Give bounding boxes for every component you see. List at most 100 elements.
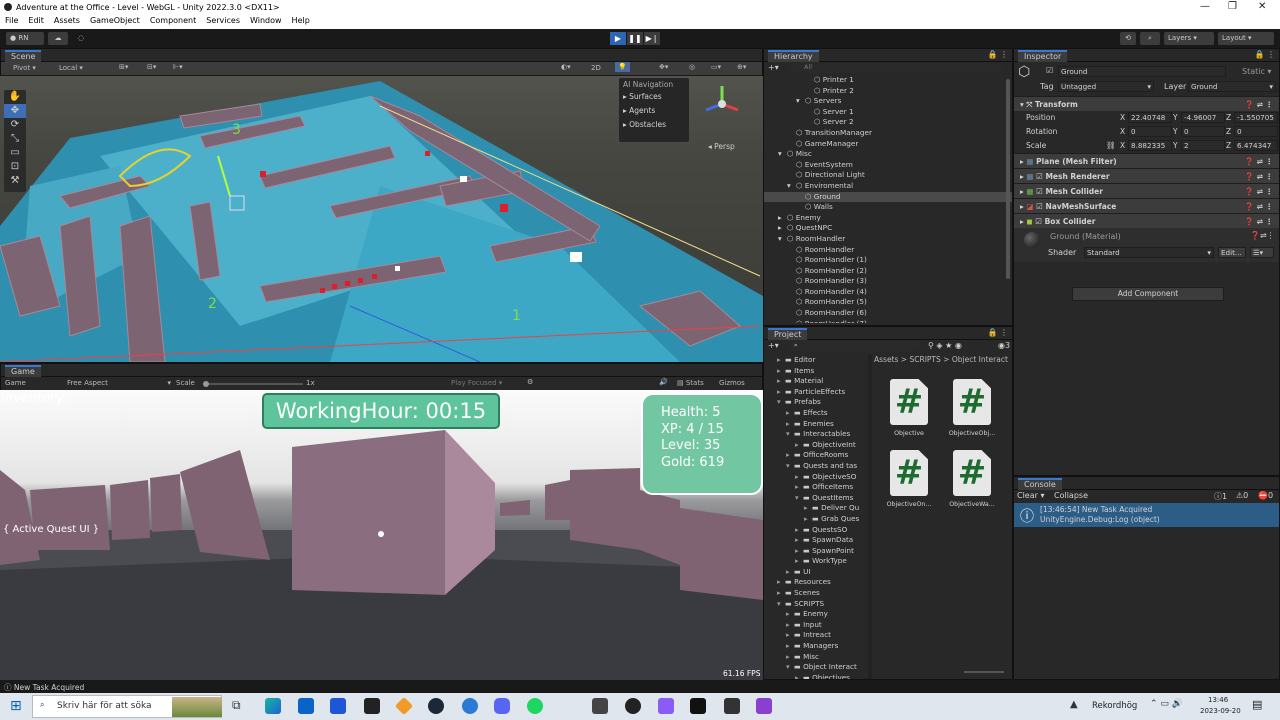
foldout-icon[interactable]: ▸ — [777, 366, 785, 377]
hierarchy-item[interactable]: ▾ ⬡ Servers — [764, 96, 1012, 107]
cloud-icon[interactable]: ☁ — [48, 32, 68, 45]
spotify-icon[interactable] — [527, 698, 543, 714]
component-enabled-checkbox[interactable]: ☑ — [1035, 217, 1044, 226]
object-name-input[interactable]: Ground — [1058, 66, 1226, 77]
material-menu-icon[interactable]: ❓⇌⋮ — [1250, 231, 1275, 240]
lighting-icon[interactable]: 💡 — [615, 62, 630, 72]
hierarchy-item[interactable]: ⬡ RoomHandler (1) — [764, 255, 1012, 266]
foldout-icon[interactable]: ▸ — [786, 419, 794, 430]
gizmos-icon[interactable]: ⊕▾ — [737, 63, 746, 71]
foldout-icon[interactable]: ▸ — [786, 450, 794, 461]
hierarchy-item[interactable]: ⬡ RoomHandler — [764, 245, 1012, 256]
hierarchy-item[interactable]: ⬡ Printer 1 — [764, 75, 1012, 86]
foldout-icon[interactable]: ▸ — [777, 588, 785, 599]
foldout-icon[interactable]: ▸ — [786, 652, 794, 663]
component-header[interactable]: ▸ ▦ ☑ Mesh Collider ❓ ⇌ ⋮ — [1014, 183, 1279, 198]
project-folder[interactable]: ▸ ▬ Managers — [764, 641, 868, 652]
hierarchy-item[interactable]: ⬡ RoomHandler (6) — [764, 308, 1012, 319]
project-folder[interactable]: ▸ ▬ QuestsSO — [764, 525, 868, 536]
project-folder[interactable]: ▸ ▬ ObjectiveInt — [764, 440, 868, 451]
component-menu-icon[interactable]: ❓ ⇌ ⋮ — [1245, 97, 1273, 112]
foldout-icon[interactable]: ▸ — [786, 609, 794, 620]
scene-viewport[interactable]: 3 2 1 ✋ ✥ ⟳ ⤡ ▭ ⊡ ⚒ AI Navigation ▸ Surf… — [0, 76, 763, 362]
project-folder[interactable]: ▾ ▬ Quests and tas — [764, 461, 868, 472]
foldout-icon[interactable]: ▸ — [777, 387, 785, 398]
tab-hierarchy[interactable]: Hierarchy — [768, 50, 819, 62]
project-folder[interactable]: ▸ ▬ WorkType — [764, 556, 868, 567]
component-menu-icon[interactable]: ❓ ⇌ ⋮ — [1245, 214, 1273, 229]
davinci-icon[interactable] — [690, 698, 706, 714]
custom-tool-icon[interactable]: ⚒ — [4, 174, 26, 188]
active-checkbox[interactable]: ☑ — [1046, 66, 1053, 75]
game-viewport[interactable]: Inventory: { Active Quest UI } WorkingHo… — [0, 390, 763, 680]
inspector-lock-icon[interactable]: 🔒 ⋮ — [1254, 50, 1275, 59]
project-folder[interactable]: ▸ ▬ Misc — [764, 652, 868, 663]
foldout-icon[interactable]: ▸ — [795, 525, 803, 536]
epic-games-icon[interactable] — [364, 698, 380, 714]
foldout-icon[interactable]: ▸ — [786, 641, 794, 652]
collab-icon[interactable]: ◌ — [74, 32, 88, 45]
visual-studio-icon[interactable] — [756, 698, 772, 714]
foldout-icon[interactable]: ▾ — [787, 181, 796, 192]
hierarchy-item[interactable]: ⬡ Ground — [764, 191, 1012, 203]
task-view-icon[interactable]: ⧉ — [232, 698, 241, 713]
project-folder[interactable]: ▸ ▬ Enemies — [764, 419, 868, 430]
audio-icon[interactable]: 🔊 — [659, 378, 668, 386]
stats-button[interactable]: ▤ Stats — [677, 379, 704, 387]
foldout-icon[interactable]: ▸ — [795, 535, 803, 546]
foldout-icon[interactable]: ▸ — [777, 355, 785, 366]
app-icon[interactable] — [658, 698, 674, 714]
hierarchy-item[interactable]: ▾ ⬡ Enviromental — [764, 181, 1012, 192]
project-folder[interactable]: ▸ ▬ SpawnData — [764, 535, 868, 546]
hierarchy-item[interactable]: ▾ ⬡ RoomHandler — [764, 234, 1012, 245]
tab-project[interactable]: Project — [768, 328, 808, 340]
step-button[interactable]: ▶❘ — [644, 32, 660, 45]
foldout-icon[interactable]: ▸ — [786, 567, 794, 578]
ruler-icon[interactable]: ⊩▾ — [173, 63, 183, 71]
tag-dropdown[interactable]: Untagged ▾ — [1058, 81, 1154, 92]
project-folder[interactable]: ▸ ▬ Grab Ques — [764, 514, 868, 525]
lock-icon[interactable]: 🔒 ⋮ — [987, 50, 1008, 59]
move-tool-icon[interactable]: ✥ — [4, 104, 26, 118]
grid-snap-icon[interactable]: ⊞▾ — [119, 63, 128, 71]
constrain-proportions-icon[interactable]: ⛓ — [1106, 139, 1116, 153]
shading-mode-icon[interactable]: ◐▾ — [561, 63, 571, 71]
settings-icon[interactable]: ⚙ — [527, 378, 533, 386]
shader-edit-button[interactable]: Edit... — [1218, 247, 1246, 258]
2d-toggle[interactable]: 2D — [591, 64, 601, 72]
play-button[interactable]: ▶ — [610, 32, 626, 45]
foldout-icon[interactable]: ▸ — [795, 482, 803, 493]
console-entry[interactable]: ⓘ [13:46:54] New Task Acquired UnityEngi… — [1014, 503, 1279, 527]
component-header[interactable]: ▸ ▦ ☑ Mesh Renderer ❓ ⇌ ⋮ — [1014, 168, 1279, 183]
windows-start-icon[interactable]: ⊞ — [10, 698, 22, 714]
project-folder[interactable]: ▸ ▬ UI — [764, 567, 868, 578]
hierarchy-item[interactable]: ▾ ⬡ Misc — [764, 149, 1012, 160]
breadcrumb-object-interact[interactable]: Object Interact — [952, 355, 1008, 364]
component-header[interactable]: ▸ ▦ Plane (Mesh Filter) ❓ ⇌ ⋮ — [1014, 153, 1279, 168]
foldout-icon[interactable]: ▸ — [795, 556, 803, 567]
static-toggle[interactable]: Static ▾ — [1242, 67, 1271, 76]
hierarchy-item[interactable]: ⬡ EventSystem — [764, 160, 1012, 171]
component-menu-icon[interactable]: ❓ ⇌ ⋮ — [1245, 199, 1273, 214]
project-lock-icon[interactable]: 🔒 ⋮ — [987, 328, 1008, 337]
tab-inspector[interactable]: Inspector — [1018, 50, 1068, 62]
tab-scene[interactable]: Scene — [5, 50, 42, 62]
foldout-icon[interactable]: ▸ — [795, 673, 803, 679]
menu-item-edit[interactable]: Edit — [23, 15, 49, 29]
asset-tile[interactable]: # ObjectiveOn... — [881, 450, 937, 508]
add-object-button[interactable]: +▾ — [768, 63, 779, 72]
project-folder[interactable]: ▸ ▬ Resources — [764, 577, 868, 588]
foldout-icon[interactable]: ▾ — [778, 234, 787, 245]
breadcrumb-scripts[interactable]: SCRIPTS — [909, 355, 940, 364]
foldout-icon[interactable]: ▾ — [795, 493, 803, 504]
hierarchy-item[interactable]: ⬡ RoomHandler (4) — [764, 287, 1012, 298]
minimize-icon[interactable]: — — [1200, 1, 1210, 12]
orientation-gizmo-icon[interactable] — [700, 82, 744, 126]
project-folder[interactable]: ▸ ▬ Intreact — [764, 630, 868, 641]
foldout-icon[interactable]: ▸ — [778, 223, 787, 234]
tray-icons[interactable]: ⌃ ▭ 🔊 — [1150, 699, 1183, 709]
hierarchy-item[interactable]: ⬡ RoomHandler (2) — [764, 266, 1012, 277]
hierarchy-item[interactable]: ⬡ Server 2 — [764, 117, 1012, 128]
clear-button[interactable]: Clear ▾ — [1017, 491, 1044, 500]
project-folder[interactable]: ▸ ▬ OfficeRooms — [764, 450, 868, 461]
